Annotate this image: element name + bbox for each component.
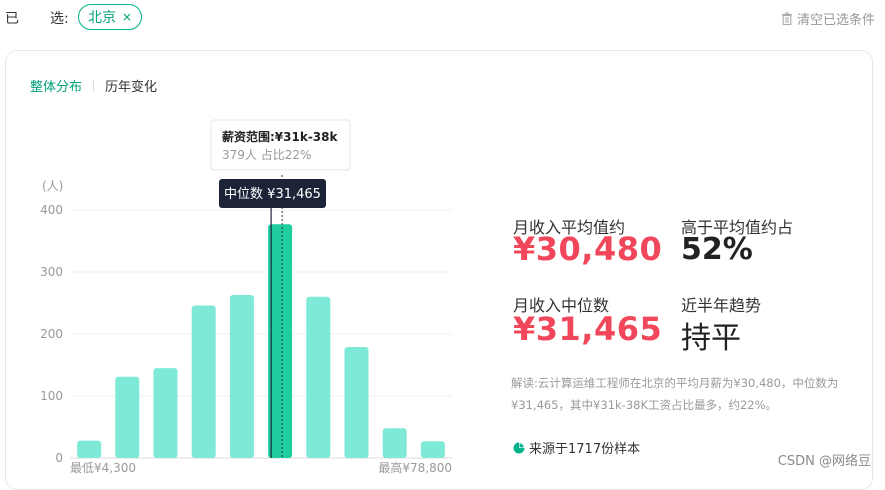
filter-bar: 已 选: 北京 × 清空已选条件	[0, 0, 885, 36]
salary-distribution-chart: (人) 0 100 200 300 400 最低¥4,300 最高¥78,800 薪资范围:¥…	[40, 119, 452, 475]
tab-divider	[93, 79, 95, 92]
trash-icon	[781, 12, 792, 25]
interpretation-text: 解读:云计算运维工程师在北京的平均月薪为¥30,480，中位数为¥31,465，…	[511, 376, 839, 412]
y-tick-label: 300	[40, 265, 63, 279]
bar[interactable]	[115, 376, 140, 458]
x-max-label: 最高¥78,800	[378, 460, 452, 475]
bar[interactable]	[229, 294, 254, 458]
tab-yearly-change[interactable]: 历年变化	[105, 76, 157, 95]
sample-source-label: 来源于1717份样本	[529, 442, 641, 457]
y-tick-label: 400	[40, 203, 63, 217]
y-tick-label: 200	[40, 327, 63, 341]
filter-chip-beijing[interactable]: 北京 ×	[78, 4, 143, 30]
bar[interactable]	[77, 440, 102, 458]
y-tick-label: 100	[40, 389, 63, 403]
avg-salary-value: ¥30,480	[513, 230, 663, 268]
above-avg-value: 52%	[681, 232, 753, 267]
filter-chip-label: 北京	[88, 10, 116, 26]
filter-label-first: 已	[5, 11, 19, 27]
sample-source: 来源于1717份样本	[513, 438, 640, 457]
bar[interactable]	[382, 428, 407, 458]
filter-label-second: 选:	[50, 11, 69, 27]
x-min-label: 最低¥4,300	[70, 461, 136, 475]
median-badge-label: 中位数 ¥31,465	[224, 187, 321, 202]
bar[interactable]	[306, 296, 331, 458]
tab-overall-distribution[interactable]: 整体分布	[30, 76, 82, 95]
median-salary-value: ¥31,465	[513, 310, 663, 348]
bar[interactable]	[344, 347, 369, 458]
clear-filters-label: 清空已选条件	[796, 13, 875, 28]
watermark: CSDN @网络豆	[777, 454, 871, 469]
close-icon[interactable]: ×	[122, 10, 132, 24]
bar[interactable]	[191, 305, 216, 458]
bar[interactable]	[420, 441, 445, 458]
pie-chart-icon	[513, 442, 525, 453]
tooltip-detail: 379人 占比22%	[222, 147, 311, 162]
tooltip-title: 薪资范围:¥31k-38k	[222, 129, 339, 144]
bar[interactable]	[153, 368, 178, 458]
y-axis-label: (人)	[42, 179, 63, 193]
y-tick-label: 0	[55, 451, 63, 465]
trend-value: 持平	[681, 321, 741, 356]
tooltip-box	[210, 119, 351, 171]
clear-filters-button[interactable]: 清空已选条件	[781, 9, 875, 28]
tab-bar: 整体分布 历年变化	[30, 76, 157, 95]
